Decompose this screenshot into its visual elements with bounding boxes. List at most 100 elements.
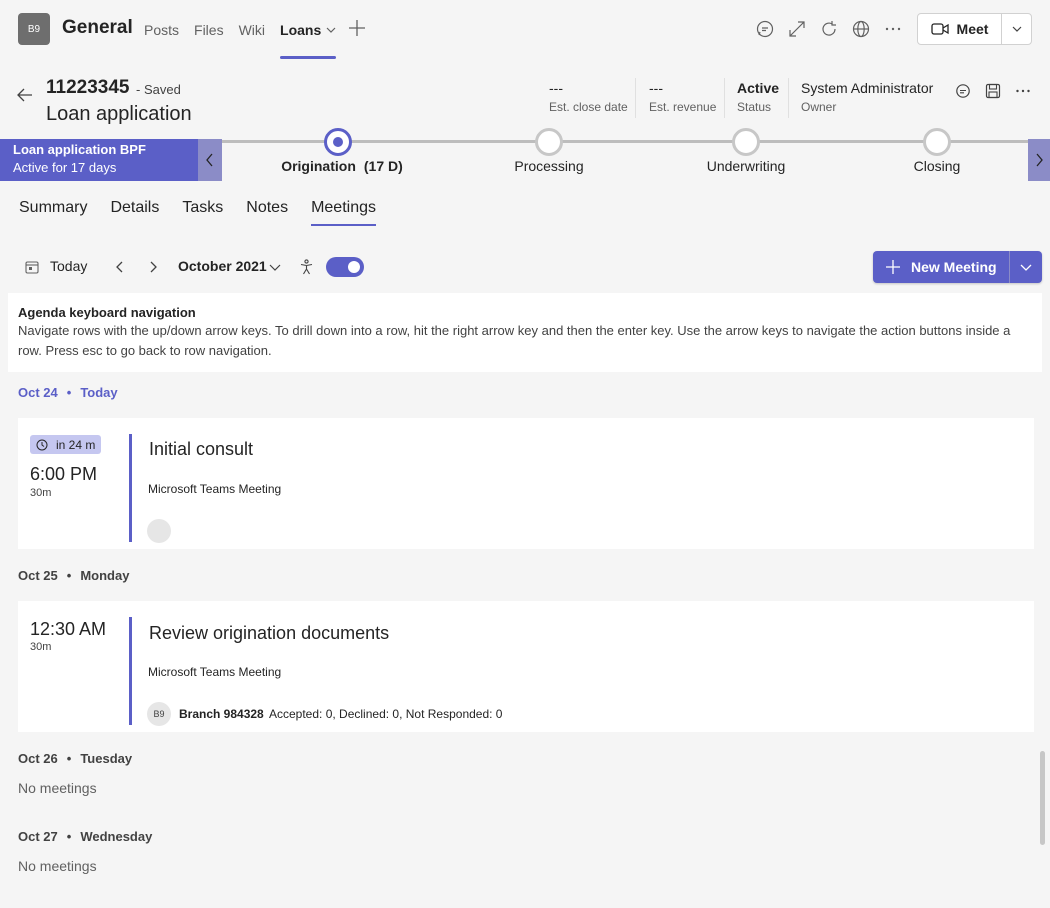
new-meeting-label: New Meeting: [911, 259, 997, 275]
separator-dot: •: [66, 751, 72, 766]
day-date: Oct 24: [18, 385, 58, 400]
tab-meetings[interactable]: Meetings: [311, 199, 376, 226]
badge-text: in 24 m: [56, 437, 96, 452]
no-meetings-text: No meetings: [18, 780, 97, 796]
plus-icon: [885, 259, 901, 275]
new-meeting-options-chevron-down-icon[interactable]: [1010, 251, 1042, 283]
separator-dot: •: [66, 385, 72, 400]
meeting-title[interactable]: Initial consult: [149, 439, 253, 460]
day-header-oct-25: Oct 25 • Monday: [18, 568, 129, 583]
tab-wiki[interactable]: Wiki: [239, 0, 265, 59]
stage-days: (17 D): [363, 158, 403, 174]
channel-tabs: Posts Files Wiki Loans: [144, 0, 351, 59]
tab-loans[interactable]: Loans: [280, 0, 337, 59]
day-name: Today: [80, 385, 118, 400]
meeting-duration: 30m: [30, 641, 52, 653]
new-meeting-button[interactable]: New Meeting: [873, 251, 1010, 283]
info-body: Navigate rows with the up/down arrow key…: [18, 323, 1011, 358]
tab-notes[interactable]: Notes: [246, 199, 288, 226]
chevron-right-icon[interactable]: [146, 259, 160, 275]
more-icon[interactable]: [1015, 83, 1031, 99]
bpf-flyout[interactable]: Loan application BPF Active for 17 days: [0, 139, 198, 181]
video-icon: [930, 22, 949, 36]
tab-files[interactable]: Files: [194, 0, 224, 59]
field-value: ---: [649, 80, 663, 96]
field-value: Active: [737, 80, 780, 96]
day-header-oct-24: Oct 24 • Today: [18, 385, 118, 400]
stage-origination[interactable]: Origination (17 D): [242, 158, 442, 174]
no-meetings-text: No meetings: [18, 858, 97, 874]
field-label: Est. close date: [549, 100, 628, 114]
field-value: ---: [549, 80, 563, 96]
owner-link[interactable]: System Administrator: [801, 80, 933, 98]
chat-icon[interactable]: [955, 83, 971, 99]
attendee-response-status: Accepted: 0, Declined: 0, Not Responded:…: [269, 707, 503, 721]
today-button[interactable]: Today: [50, 258, 87, 274]
field-label: Status: [737, 100, 772, 114]
day-name: Wednesday: [80, 829, 153, 844]
meeting-type: Microsoft Teams Meeting: [148, 482, 282, 496]
header-actions: [755, 19, 915, 39]
view-toggle[interactable]: [326, 257, 364, 277]
tab-label: Loans: [280, 21, 322, 38]
scrollbar[interactable]: [1040, 751, 1045, 845]
chevron-right-icon[interactable]: [1028, 139, 1050, 181]
tab-label: Wiki: [238, 21, 266, 38]
meeting-card[interactable]: 12:30 AM 30m Review origination document…: [18, 601, 1034, 732]
meet-options-chevron-down-icon[interactable]: [1002, 14, 1031, 44]
calendar-icon[interactable]: [25, 260, 39, 274]
expand-icon[interactable]: [787, 19, 807, 39]
meeting-title[interactable]: Review origination documents: [149, 623, 389, 644]
meet-button-group: Meet: [917, 13, 1032, 45]
day-header-oct-26: Oct 26 • Tuesday: [18, 751, 132, 766]
app-header: B9 General Posts Files Wiki Loans Meet: [0, 0, 1050, 59]
avatar: [147, 519, 171, 543]
tab-tasks[interactable]: Tasks: [182, 199, 223, 226]
back-arrow-icon[interactable]: [16, 86, 34, 104]
day-date: Oct 27: [18, 829, 58, 844]
meeting-type: Microsoft Teams Meeting: [148, 665, 282, 679]
stage-underwriting-circle[interactable]: [732, 128, 760, 156]
field-label: Owner: [801, 100, 837, 114]
meeting-accent-bar: [129, 434, 132, 542]
tab-summary[interactable]: Summary: [19, 199, 87, 226]
month-picker[interactable]: October 2021: [178, 258, 267, 274]
save-icon[interactable]: [985, 83, 1001, 99]
team-avatar[interactable]: B9: [18, 13, 50, 45]
tab-posts[interactable]: Posts: [144, 0, 179, 59]
field-label: Est. revenue: [649, 100, 717, 114]
accessibility-icon[interactable]: [299, 259, 314, 275]
meet-button[interactable]: Meet: [918, 14, 1002, 44]
tab-details[interactable]: Details: [110, 199, 159, 226]
stage-underwriting[interactable]: Underwriting: [646, 158, 846, 174]
add-tab-plus-icon[interactable]: [348, 19, 366, 37]
stage-closing[interactable]: Closing: [837, 158, 1037, 174]
chat-icon[interactable]: [755, 19, 775, 39]
record-title: Loan application: [46, 103, 192, 125]
day-date: Oct 26: [18, 751, 58, 766]
stage-processing[interactable]: Processing: [449, 158, 649, 174]
new-meeting-button-group: New Meeting: [873, 251, 1042, 283]
stage-origination-circle[interactable]: [324, 128, 352, 156]
stage-closing-circle[interactable]: [923, 128, 951, 156]
info-heading: Agenda keyboard navigation: [18, 305, 196, 320]
day-header-oct-27: Oct 27 • Wednesday: [18, 829, 152, 844]
chevron-left-icon[interactable]: [198, 139, 222, 181]
separator-dot: •: [66, 568, 72, 583]
stage-processing-circle[interactable]: [535, 128, 563, 156]
attendee-name[interactable]: Branch 984328: [179, 707, 264, 721]
refresh-icon[interactable]: [819, 19, 839, 39]
header-field-owner: System Administrator Owner: [801, 80, 933, 116]
divider: [788, 78, 789, 118]
team-name: General: [62, 17, 133, 38]
chevron-down-icon[interactable]: [268, 262, 282, 274]
chevron-left-icon[interactable]: [113, 259, 127, 275]
more-icon[interactable]: [883, 19, 903, 39]
chevron-down-icon[interactable]: [326, 25, 336, 35]
meeting-card[interactable]: in 24 m 6:00 PM 30m Initial consult Micr…: [18, 418, 1034, 549]
day-name: Monday: [80, 568, 130, 583]
globe-icon[interactable]: [851, 19, 871, 39]
save-status: - Saved: [136, 82, 181, 97]
avatar: B9: [147, 702, 171, 726]
clock-icon: [36, 439, 48, 451]
